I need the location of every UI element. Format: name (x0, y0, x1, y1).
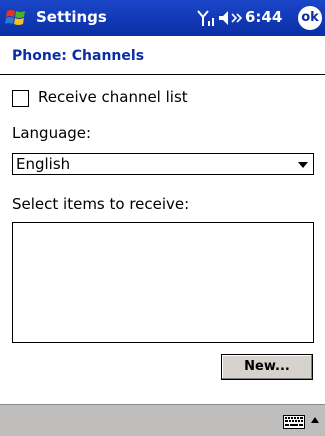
title-bar: Settings 6:44 ok (0, 0, 325, 36)
window-title: Settings (36, 8, 107, 26)
items-listbox[interactable] (12, 222, 314, 343)
bottom-bar (0, 404, 325, 436)
ok-button[interactable]: ok (298, 6, 322, 30)
language-dropdown[interactable]: English (12, 153, 314, 175)
select-items-label: Select items to receive: (12, 195, 190, 213)
receive-channel-list-checkbox[interactable] (12, 90, 29, 107)
new-button[interactable]: New... (221, 354, 313, 380)
input-menu-arrow-icon[interactable] (311, 417, 319, 423)
language-selected-value: English (16, 155, 71, 173)
signal-icon[interactable] (196, 9, 216, 27)
keyboard-icon[interactable] (283, 415, 305, 429)
language-label: Language: (12, 124, 92, 142)
chevron-down-icon[interactable] (298, 162, 308, 168)
header-divider (0, 74, 325, 75)
receive-channel-list-label[interactable]: Receive channel list (38, 88, 188, 106)
windows-logo-icon[interactable] (4, 5, 30, 31)
clock[interactable]: 6:44 (245, 8, 282, 26)
page-title: Phone: Channels (12, 48, 145, 64)
speaker-icon[interactable] (218, 9, 242, 27)
